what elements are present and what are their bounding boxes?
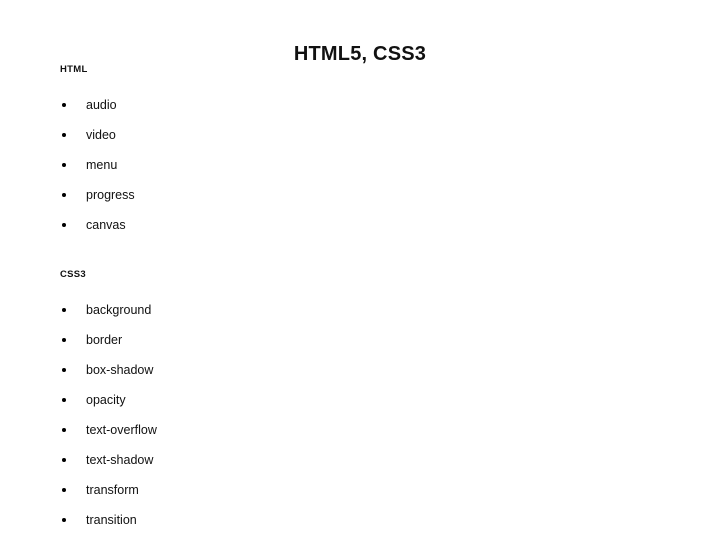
section-heading-html: HTML <box>60 64 88 75</box>
bullet-dot-icon <box>62 133 66 137</box>
section-heading-css3: CSS3 <box>60 269 87 280</box>
list-item: text-overflow <box>0 415 157 445</box>
list-item-label: video <box>86 128 116 142</box>
list-item: audio <box>0 90 135 120</box>
bullet-list-html: audio video menu progress canvas <box>0 90 135 240</box>
list-item: box-shadow <box>0 355 157 385</box>
list-item-label: opacity <box>86 393 126 407</box>
list-item-label: box-shadow <box>86 363 154 377</box>
bullet-dot-icon <box>62 223 66 227</box>
bullet-dot-icon <box>62 368 66 372</box>
bullet-list-css3: background border box-shadow opacity tex… <box>0 295 157 535</box>
list-item-label: transform <box>86 483 139 497</box>
list-item-label: canvas <box>86 218 126 232</box>
list-item: text-shadow <box>0 445 157 475</box>
list-item-label: background <box>86 303 152 317</box>
page-title: HTML5, CSS3 <box>293 43 427 65</box>
list-item: video <box>0 120 135 150</box>
list-item-label: border <box>86 333 123 347</box>
bullet-dot-icon <box>62 458 66 462</box>
list-item: transform <box>0 475 157 505</box>
presentation-slide: HTML5, CSS3 HTML audio video menu progre… <box>0 0 720 540</box>
list-item-label: progress <box>86 188 135 202</box>
list-item-label: text-overflow <box>86 423 157 437</box>
bullet-dot-icon <box>62 338 66 342</box>
bullet-dot-icon <box>62 308 66 312</box>
list-item: transition <box>0 505 157 535</box>
list-item-label: menu <box>86 158 118 172</box>
bullet-dot-icon <box>62 428 66 432</box>
list-item: menu <box>0 150 135 180</box>
list-item: border <box>0 325 157 355</box>
list-item: canvas <box>0 210 135 240</box>
list-item: progress <box>0 180 135 210</box>
bullet-dot-icon <box>62 488 66 492</box>
list-item-label: audio <box>86 98 117 112</box>
list-item: background <box>0 295 157 325</box>
bullet-dot-icon <box>62 398 66 402</box>
bullet-dot-icon <box>62 193 66 197</box>
bullet-dot-icon <box>62 103 66 107</box>
bullet-dot-icon <box>62 163 66 167</box>
list-item-label: transition <box>86 513 137 527</box>
list-item-label: text-shadow <box>86 453 154 467</box>
list-item: opacity <box>0 385 157 415</box>
bullet-dot-icon <box>62 518 66 522</box>
